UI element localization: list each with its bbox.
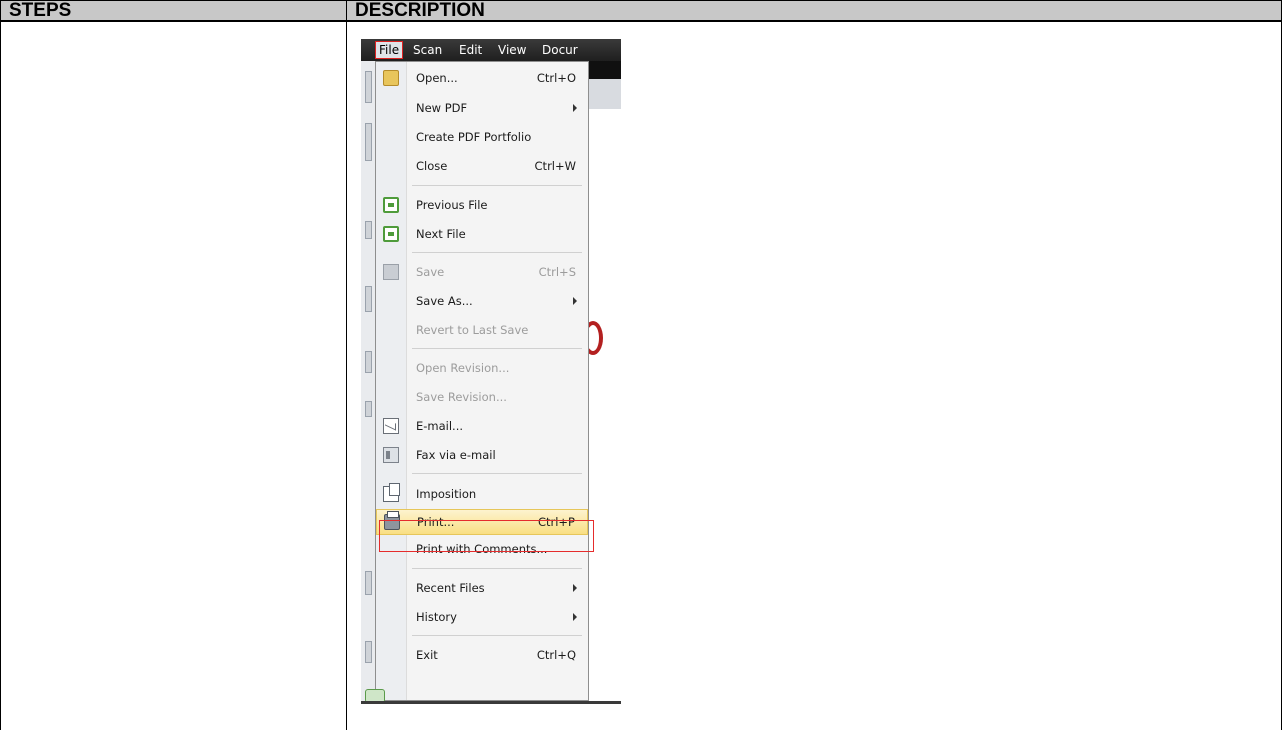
menu-item-save-as[interactable]: Save As... [376, 289, 588, 315]
toolbar-grip [365, 351, 372, 373]
menu-item-label: History [416, 610, 457, 624]
menu-item-new-pdf[interactable]: New PDF [376, 96, 588, 122]
toolbar-grip [365, 71, 372, 103]
imposition-icon [383, 483, 400, 502]
menu-item-save[interactable]: Save Ctrl+S [376, 260, 588, 286]
menu-item-label: Exit [416, 648, 438, 662]
document-toolbar-band [589, 79, 621, 109]
menu-item-revert-to-last-save[interactable]: Revert to Last Save [376, 318, 588, 344]
previous-file-icon [383, 197, 399, 213]
toolbar-grip [365, 571, 372, 595]
menu-item-label: Imposition [416, 487, 477, 501]
menu-item-label: Create PDF Portfolio [416, 130, 532, 144]
menu-separator [412, 252, 582, 253]
submenu-arrow-icon [573, 584, 577, 592]
toolbar-grip [365, 286, 372, 312]
menu-item-label: Save [416, 265, 445, 279]
menu-item-imposition[interactable]: Imposition [376, 482, 588, 508]
save-icon [383, 264, 399, 280]
menu-item-open-revision[interactable]: Open Revision... [376, 356, 588, 382]
menu-item-label: Previous File [416, 198, 488, 212]
file-menu: Open... Ctrl+O New PDF Create PDF Portfo… [375, 61, 589, 701]
menu-item-label: Recent Files [416, 581, 485, 595]
email-icon [383, 418, 399, 434]
menu-item-shortcut: Ctrl+S [538, 265, 576, 279]
menu-item-close[interactable]: Close Ctrl+W [376, 154, 588, 180]
description-header: DESCRIPTION [346, 0, 1282, 21]
menu-item-previous-file[interactable]: Previous File [376, 193, 588, 219]
menu-separator [412, 185, 582, 186]
menu-separator [412, 635, 582, 636]
menu-item-label: Open Revision... [416, 361, 510, 375]
menu-item-label: Open... [416, 71, 458, 85]
menu-item-create-pdf-portfolio[interactable]: Create PDF Portfolio [376, 125, 588, 151]
menu-item-save-revision[interactable]: Save Revision... [376, 385, 588, 411]
steps-table: STEPS DESCRIPTION [0, 0, 1282, 730]
table-border-left [0, 21, 1, 730]
menu-edit[interactable]: Edit [459, 42, 482, 58]
toolbar-grip [365, 221, 372, 239]
submenu-arrow-icon [573, 297, 577, 305]
menu-item-shortcut: Ctrl+W [534, 159, 576, 173]
menu-item-shortcut: Ctrl+O [536, 71, 576, 85]
submenu-arrow-icon [573, 613, 577, 621]
menu-item-label: Save As... [416, 294, 473, 308]
table-divider [0, 21, 1282, 22]
menu-item-history[interactable]: History [376, 605, 588, 631]
menu-separator [412, 348, 582, 349]
menu-item-label: Close [416, 159, 448, 173]
menu-item-label: Revert to Last Save [416, 323, 529, 337]
screenshot-bottom-border [361, 701, 621, 704]
menu-document[interactable]: Docur [542, 42, 578, 58]
next-file-icon [383, 226, 399, 242]
menu-scan[interactable]: Scan [413, 42, 442, 58]
menu-view[interactable]: View [498, 42, 526, 58]
file-menu-screenshot: File Scan Edit View Docur Open... Ctrl+O… [361, 39, 621, 704]
table-border-middle [346, 21, 347, 730]
menu-item-label: New PDF [416, 101, 468, 115]
menu-item-label: Fax via e-mail [416, 448, 496, 462]
menu-item-open[interactable]: Open... Ctrl+O [376, 66, 588, 92]
menu-separator [412, 568, 582, 569]
menu-item-shortcut: Ctrl+Q [536, 648, 576, 662]
toolbar-grip [365, 123, 372, 161]
menu-item-label: Save Revision... [416, 390, 507, 404]
menu-item-exit[interactable]: Exit Ctrl+Q [376, 643, 588, 669]
menu-bar: File Scan Edit View Docur [361, 39, 621, 61]
menu-separator [412, 473, 582, 474]
toolbar-grip [365, 401, 372, 417]
fax-icon [383, 447, 399, 463]
folder-icon [383, 70, 399, 86]
toolbar-grip [365, 641, 372, 663]
submenu-arrow-icon [573, 104, 577, 112]
menu-item-next-file[interactable]: Next File [376, 222, 588, 248]
menu-item-email[interactable]: E-mail... [376, 414, 588, 440]
menu-item-label: Next File [416, 227, 466, 241]
document-preview-peek [583, 79, 621, 704]
menu-item-label: E-mail... [416, 419, 464, 433]
steps-header: STEPS [0, 0, 347, 21]
menu-file[interactable]: File [375, 41, 404, 59]
menu-item-fax-via-email[interactable]: Fax via e-mail [376, 443, 588, 469]
print-highlight-frame [379, 520, 594, 552]
left-toolbar-strip [361, 61, 375, 704]
menu-item-recent-files[interactable]: Recent Files [376, 576, 588, 602]
